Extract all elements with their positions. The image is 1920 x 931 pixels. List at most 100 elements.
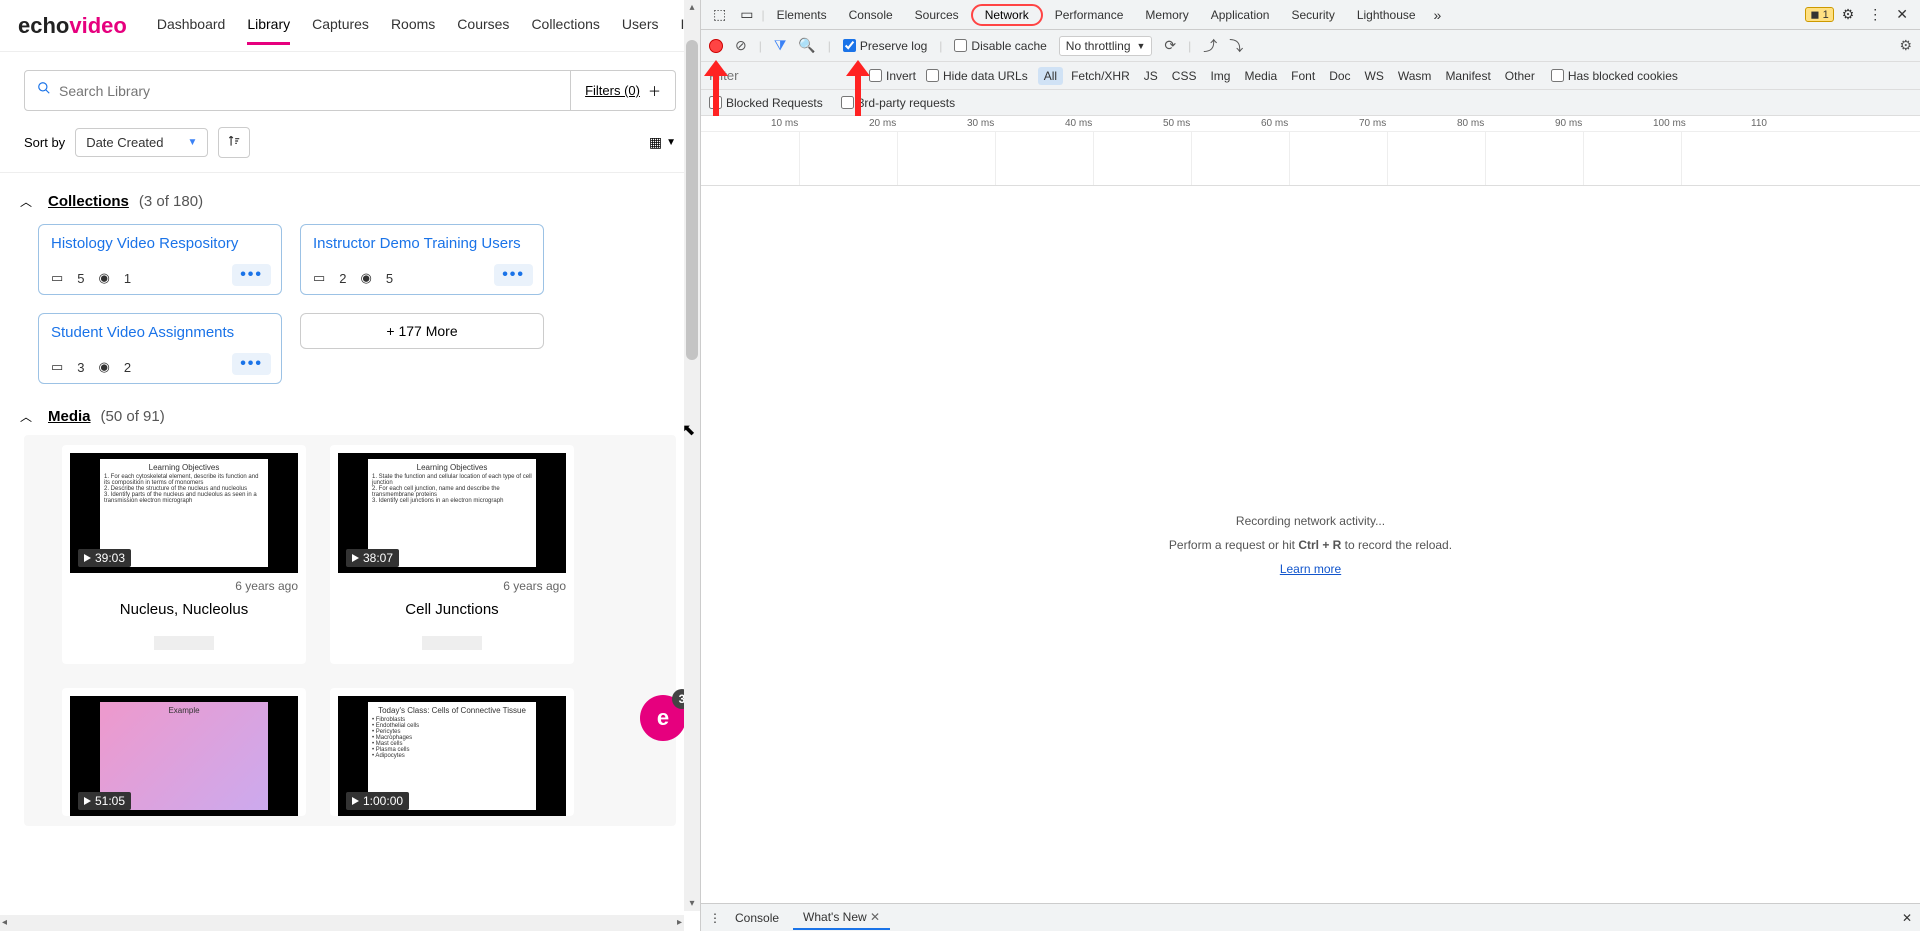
collection-media-count: 5	[77, 271, 84, 286]
tab-performance[interactable]: Performance	[1045, 0, 1134, 29]
nav-users[interactable]: Users	[622, 6, 659, 45]
kebab-icon[interactable]: ⋮	[1862, 6, 1888, 23]
tab-console[interactable]: Console	[839, 0, 903, 29]
download-icon[interactable]: ⤵	[1229, 36, 1243, 56]
type-pill-img[interactable]: Img	[1204, 67, 1236, 85]
view-toggle[interactable]: ▦ ▼	[649, 134, 676, 151]
scroll-down-icon[interactable]: ▾	[684, 898, 700, 909]
close-icon[interactable]: ✕	[1902, 911, 1912, 925]
media-head[interactable]: ︿ Media (50 of 91)	[0, 388, 700, 435]
tick: 20 ms	[869, 118, 896, 129]
type-pill-ws[interactable]: WS	[1359, 67, 1390, 85]
issues-badge[interactable]: ◼ 1	[1805, 7, 1833, 22]
scroll-up-icon[interactable]: ▴	[684, 2, 700, 13]
plus-icon: ＋	[648, 81, 661, 100]
scroll-left-icon[interactable]: ◂	[2, 917, 7, 928]
type-pill-media[interactable]: Media	[1238, 67, 1283, 85]
close-icon[interactable]: ✕	[870, 910, 880, 924]
media-ago: 6 years ago	[70, 579, 298, 593]
has-blocked-cookies-checkbox[interactable]: Has blocked cookies	[1551, 69, 1678, 83]
search-icon[interactable]: 🔍	[798, 37, 815, 54]
search-row: Filters (0) ＋	[0, 52, 700, 121]
type-pill-manifest[interactable]: Manifest	[1439, 67, 1496, 85]
more-menu-button[interactable]: •••	[232, 264, 271, 286]
search-input[interactable]	[59, 83, 558, 99]
learn-more-link[interactable]: Learn more	[1280, 562, 1341, 576]
nav-courses[interactable]: Courses	[457, 6, 509, 45]
invert-checkbox[interactable]: Invert	[869, 69, 916, 83]
type-pill-doc[interactable]: Doc	[1323, 67, 1356, 85]
type-pill-js[interactable]: JS	[1138, 67, 1164, 85]
sort-direction-button[interactable]	[218, 127, 250, 158]
logo-part2: video	[69, 13, 126, 38]
collections-grid: Histology Video Respository ▭5 ◉1 ••• In…	[0, 220, 700, 388]
more-menu-button[interactable]: •••	[494, 264, 533, 286]
preserve-log-checkbox[interactable]: Preserve log	[843, 39, 927, 53]
filters-label: Filters (0)	[585, 83, 640, 98]
collection-card[interactable]: Student Video Assignments ▭3 ◉2 •••	[38, 313, 282, 384]
settings-icon[interactable]: ⚙	[1899, 37, 1912, 54]
type-pill-css[interactable]: CSS	[1166, 67, 1203, 85]
hide-data-urls-checkbox[interactable]: Hide data URLs	[926, 69, 1028, 83]
device-icon[interactable]: ▭	[734, 6, 759, 23]
tick: 50 ms	[1163, 118, 1190, 129]
media-card[interactable]: Example 51:05	[62, 688, 306, 816]
tab-lighthouse[interactable]: Lighthouse	[1347, 0, 1426, 29]
network-timeline[interactable]: 10 ms 20 ms 30 ms 40 ms 50 ms 60 ms 70 m…	[701, 116, 1920, 186]
upload-icon[interactable]: ⤴	[1203, 36, 1217, 56]
filter-icon[interactable]: ⧩	[774, 37, 787, 54]
tab-sources[interactable]: Sources	[905, 0, 969, 29]
scrollbar-thumb[interactable]	[686, 40, 698, 360]
devtools-pane: ⬚ ▭ | Elements Console Sources Network P…	[700, 0, 1920, 931]
nav-rooms[interactable]: Rooms	[391, 6, 435, 45]
media-card[interactable]: Learning Objectives1. For each cytoskele…	[62, 445, 306, 664]
close-icon[interactable]: ✕	[1890, 6, 1914, 23]
nav-collections[interactable]: Collections	[531, 6, 599, 45]
tab-application[interactable]: Application	[1201, 0, 1280, 29]
collections-head[interactable]: ︿ Collections (3 of 180)	[0, 173, 700, 220]
collection-card[interactable]: Instructor Demo Training Users ▭2 ◉5 •••	[300, 224, 544, 295]
media-card[interactable]: Learning Objectives1. State the function…	[330, 445, 574, 664]
type-pill-all[interactable]: All	[1038, 67, 1063, 85]
media-card[interactable]: Today's Class: Cells of Connective Tissu…	[330, 688, 574, 816]
more-menu-button[interactable]: •••	[232, 353, 271, 375]
type-pill-font[interactable]: Font	[1285, 67, 1321, 85]
type-pill-fetch[interactable]: Fetch/XHR	[1065, 67, 1136, 85]
type-pill-other[interactable]: Other	[1499, 67, 1541, 85]
filters-button[interactable]: Filters (0) ＋	[571, 70, 676, 111]
timeline-ticks: 10 ms 20 ms 30 ms 40 ms 50 ms 60 ms 70 m…	[701, 116, 1920, 132]
more-collections-button[interactable]: + 177 More	[300, 313, 544, 349]
horizontal-scrollbar[interactable]: ◂ ▸	[0, 915, 684, 931]
tab-memory[interactable]: Memory	[1135, 0, 1198, 29]
chevron-down-icon: ▼	[188, 137, 198, 148]
tab-security[interactable]: Security	[1281, 0, 1344, 29]
clear-icon[interactable]: ⊘	[735, 37, 747, 54]
search-box[interactable]	[24, 70, 571, 111]
inspect-icon[interactable]: ⬚	[707, 6, 732, 23]
vertical-scrollbar[interactable]: ▴ ▾	[684, 0, 700, 911]
settings-icon[interactable]: ⚙	[1836, 6, 1861, 23]
fab-button[interactable]: e 3	[640, 695, 686, 741]
record-button[interactable]	[709, 39, 723, 53]
logo[interactable]: echovideo	[18, 13, 127, 39]
play-icon	[352, 554, 359, 562]
filter-input[interactable]	[709, 68, 859, 83]
throttling-select[interactable]: No throttling▼	[1059, 36, 1153, 56]
nav-captures[interactable]: Captures	[312, 6, 369, 45]
drawer-tab-whatsnew[interactable]: What's New ✕	[793, 906, 890, 930]
nav-library[interactable]: Library	[247, 6, 290, 45]
scroll-right-icon[interactable]: ▸	[677, 917, 682, 928]
type-pill-wasm[interactable]: Wasm	[1392, 67, 1438, 85]
disable-cache-checkbox[interactable]: Disable cache	[954, 39, 1046, 53]
timeline-grid	[701, 132, 1920, 185]
tab-elements[interactable]: Elements	[767, 0, 837, 29]
collection-card[interactable]: Histology Video Respository ▭5 ◉1 •••	[38, 224, 282, 295]
sort-select[interactable]: Date Created ▼	[75, 128, 208, 157]
kebab-icon[interactable]: ⋮	[709, 911, 721, 925]
network-conditions-icon[interactable]: ⟳	[1164, 37, 1176, 54]
tick: 80 ms	[1457, 118, 1484, 129]
drawer-tab-console[interactable]: Console	[725, 907, 789, 929]
nav-dashboard[interactable]: Dashboard	[157, 6, 226, 45]
tab-network[interactable]: Network	[971, 4, 1043, 26]
more-tabs-icon[interactable]: »	[1428, 7, 1448, 23]
